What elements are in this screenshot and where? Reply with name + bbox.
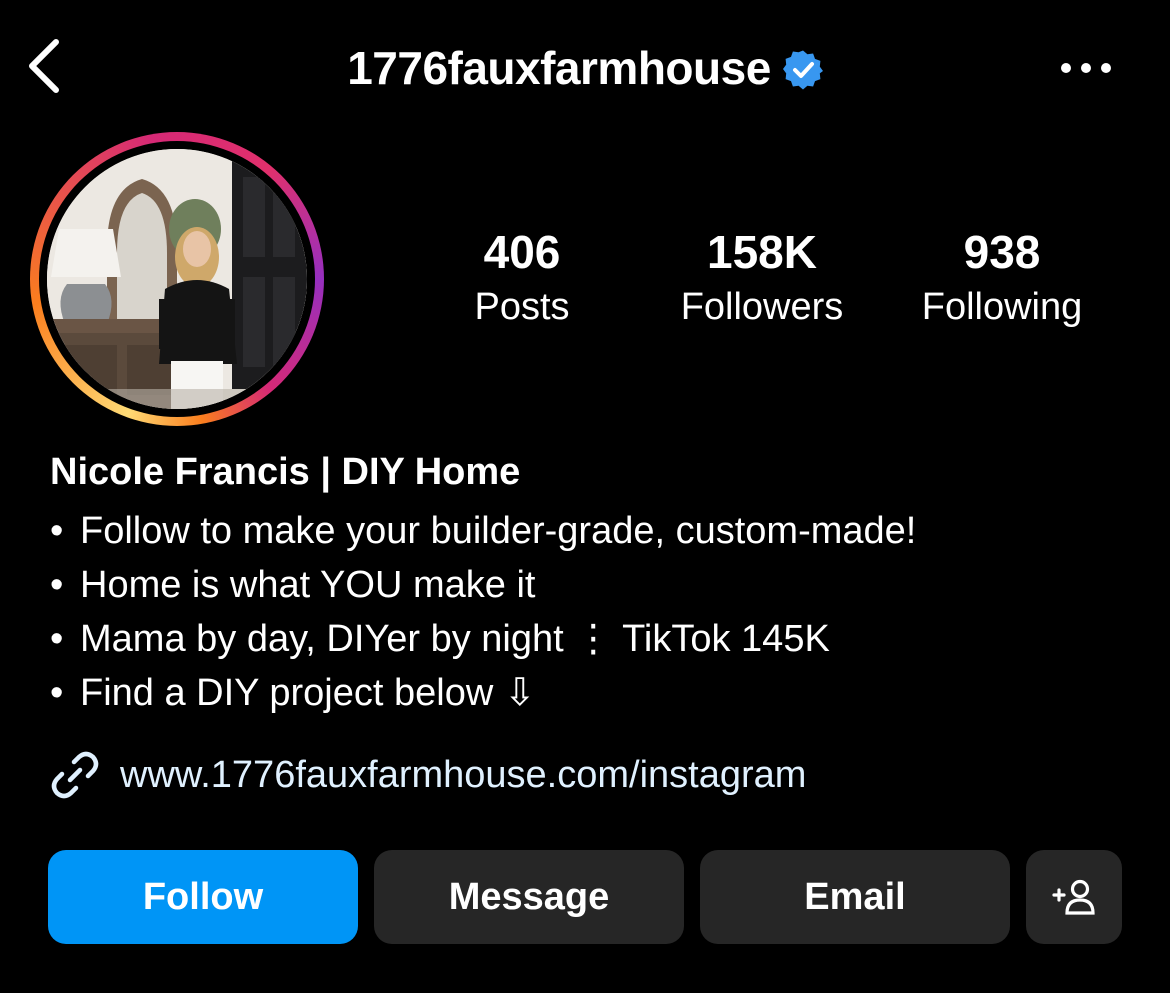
stat-posts[interactable]: 406 Posts bbox=[412, 222, 632, 332]
bullet: • bbox=[50, 564, 64, 606]
profile-screen: 1776fauxfarmhouse 406 Posts 158K Followe… bbox=[0, 0, 1170, 993]
bio-text: Home is what YOU make it bbox=[80, 564, 536, 606]
more-options-button[interactable] bbox=[1056, 52, 1116, 84]
website-link[interactable]: www.1776fauxfarmhouse.com/instagram bbox=[48, 746, 806, 804]
followers-label: Followers bbox=[680, 286, 844, 328]
followers-count: 158K bbox=[707, 226, 817, 278]
link-text: www.1776fauxfarmhouse.com/instagram bbox=[120, 753, 807, 796]
bullet: • bbox=[50, 510, 64, 552]
link-icon bbox=[48, 748, 102, 802]
bio-text: Find a DIY project below ⇩ bbox=[80, 672, 536, 714]
stat-following[interactable]: 938 Following bbox=[892, 222, 1112, 332]
following-count: 938 bbox=[963, 226, 1041, 278]
bio-line: • Find a DIY project below ⇩ bbox=[50, 666, 1130, 720]
bio-text: Follow to make your builder-grade, custo… bbox=[80, 510, 917, 552]
message-button[interactable]: Message bbox=[374, 850, 684, 944]
avatar-photo bbox=[47, 149, 307, 409]
bio-text: Mama by day, DIYer by night ⋮ TikTok 145… bbox=[80, 618, 830, 660]
verified-badge-icon bbox=[782, 50, 823, 90]
bio: • Follow to make your builder-grade, cus… bbox=[50, 504, 1130, 720]
username: 1776fauxfarmhouse bbox=[347, 42, 771, 94]
posts-label: Posts bbox=[474, 286, 570, 328]
more-horizontal-icon bbox=[1061, 63, 1111, 73]
story-ring[interactable] bbox=[30, 132, 324, 426]
bio-line: • Mama by day, DIYer by night ⋮ TikTok 1… bbox=[50, 612, 1130, 666]
add-person-icon bbox=[1052, 879, 1095, 915]
stat-followers[interactable]: 158K Followers bbox=[652, 222, 872, 332]
posts-count: 406 bbox=[483, 226, 561, 278]
bullet: • bbox=[50, 672, 64, 714]
bio-line: • Home is what YOU make it bbox=[50, 558, 1130, 612]
following-label: Following bbox=[921, 286, 1083, 328]
avatar bbox=[47, 149, 307, 409]
email-button[interactable]: Email bbox=[700, 850, 1010, 944]
follow-button[interactable]: Follow bbox=[48, 850, 358, 944]
display-name: Nicole Francis | DIY Home bbox=[50, 451, 521, 493]
bio-line: • Follow to make your builder-grade, cus… bbox=[50, 504, 1130, 558]
avatar-gap bbox=[39, 141, 315, 417]
suggested-people-button[interactable] bbox=[1026, 850, 1122, 944]
bullet: • bbox=[50, 618, 64, 660]
header-title: 1776fauxfarmhouse bbox=[0, 38, 1170, 98]
